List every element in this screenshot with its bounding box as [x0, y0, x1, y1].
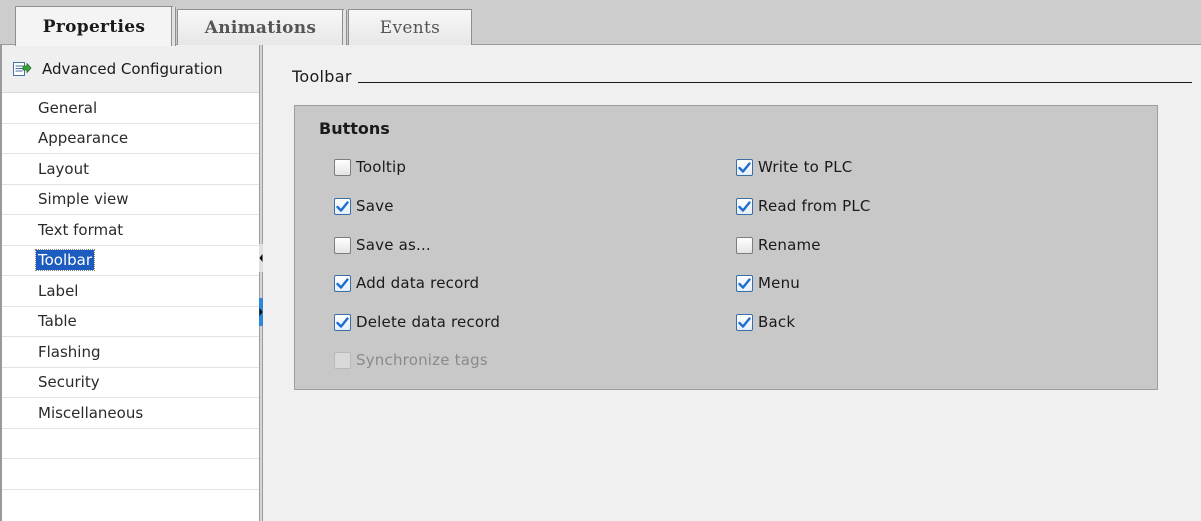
sidebar-item-flashing[interactable]: Flashing [2, 337, 259, 368]
tab-animations-label: Animations [204, 17, 317, 38]
tab-separator [342, 10, 347, 45]
checkbox-unchecked-icon [334, 158, 351, 176]
group-title: Buttons [319, 119, 390, 138]
checkmark-icon [334, 313, 351, 331]
sidebar-empty-row [2, 490, 259, 521]
synchronize-tags-checkbox: Synchronize tags [334, 351, 488, 369]
checkbox-unchecked-icon [736, 236, 753, 254]
sidebar-item-label-settings[interactable]: Label [2, 276, 259, 307]
properties-content: Toolbar Buttons Tooltip Save Save as... [263, 45, 1201, 521]
tab-properties-label: Properties [42, 16, 146, 37]
sidebar-item-label: Appearance [38, 129, 129, 148]
checkbox-label: Save [356, 197, 394, 215]
save-checkbox[interactable]: Save [334, 197, 394, 215]
sidebar: Advanced Configuration General Appearanc… [0, 45, 259, 521]
advanced-configuration-item[interactable]: Advanced Configuration [2, 45, 259, 93]
sidebar-item-text-format[interactable]: Text format [2, 215, 259, 246]
checkbox-label: Back [758, 313, 796, 331]
sidebar-item-security[interactable]: Security [2, 368, 259, 398]
properties-window: Properties Animations Events Advanced Co… [0, 0, 1201, 521]
advanced-config-icon [12, 59, 32, 79]
sidebar-item-label: Miscellaneous [38, 403, 144, 422]
sidebar-item-simple-view[interactable]: Simple view [2, 185, 259, 215]
checkbox-label: Synchronize tags [356, 351, 488, 369]
sidebar-nav-list: General Appearance Layout Simple view Te… [2, 93, 259, 520]
section-header: Toolbar [292, 67, 1192, 86]
sidebar-item-label: Simple view [38, 190, 129, 209]
checkmark-icon [736, 274, 753, 292]
sidebar-item-label: Security [38, 373, 100, 392]
tab-events-label: Events [379, 17, 441, 38]
delete-data-record-checkbox[interactable]: Delete data record [334, 313, 500, 331]
checkbox-label: Rename [758, 236, 821, 254]
tab-separator [171, 7, 176, 46]
checkmark-icon [736, 158, 753, 176]
section-title: Toolbar [292, 67, 352, 86]
sidebar-item-general[interactable]: General [2, 93, 259, 124]
tab-animations[interactable]: Animations [177, 9, 347, 45]
sidebar-item-miscellaneous[interactable]: Miscellaneous [2, 398, 259, 429]
checkbox-label: Add data record [356, 274, 480, 292]
checkbox-label: Save as... [356, 236, 431, 254]
sidebar-item-label: Layout [38, 159, 89, 178]
sidebar-item-label: Label [38, 281, 79, 300]
read-from-plc-checkbox[interactable]: Read from PLC [736, 197, 871, 215]
sidebar-item-layout[interactable]: Layout [2, 154, 259, 185]
advanced-configuration-label: Advanced Configuration [42, 59, 223, 78]
sidebar-item-label: Flashing [38, 342, 101, 361]
sidebar-item-label: Text format [38, 220, 124, 239]
checkmark-icon [736, 197, 753, 215]
checkbox-label: Delete data record [356, 313, 501, 331]
tab-bar: Properties Animations Events [0, 0, 1201, 46]
sidebar-item-appearance[interactable]: Appearance [2, 124, 259, 154]
sidebar-item-toolbar[interactable]: Toolbar [2, 246, 259, 276]
section-divider [357, 82, 1192, 83]
checkbox-label: Menu [758, 274, 800, 292]
sidebar-item-label: Table [38, 312, 77, 331]
sidebar-item-label: Toolbar [34, 249, 96, 272]
back-checkbox[interactable]: Back [736, 313, 795, 331]
sidebar-item-label: General [38, 98, 98, 117]
checkmark-icon [736, 313, 753, 331]
tab-events[interactable]: Events [348, 9, 472, 45]
menu-checkbox[interactable]: Menu [736, 274, 800, 292]
sidebar-item-table[interactable]: Table [2, 307, 259, 337]
sidebar-empty-row [2, 429, 259, 459]
checkbox-disabled-icon [334, 351, 351, 369]
buttons-group: Buttons Tooltip Save Save as... Add data… [294, 105, 1158, 390]
checkbox-unchecked-icon [334, 236, 351, 254]
rename-checkbox[interactable]: Rename [736, 236, 821, 254]
save-as-checkbox[interactable]: Save as... [334, 236, 431, 254]
checkbox-label: Tooltip [356, 158, 407, 176]
add-data-record-checkbox[interactable]: Add data record [334, 274, 479, 292]
checkmark-icon [334, 274, 351, 292]
tab-properties[interactable]: Properties [15, 6, 176, 46]
checkmark-icon [334, 197, 351, 215]
checkbox-label: Read from PLC [758, 197, 871, 215]
tooltip-checkbox[interactable]: Tooltip [334, 158, 406, 176]
write-to-plc-checkbox[interactable]: Write to PLC [736, 158, 852, 176]
checkbox-label: Write to PLC [758, 158, 853, 176]
sidebar-empty-row [2, 459, 259, 490]
